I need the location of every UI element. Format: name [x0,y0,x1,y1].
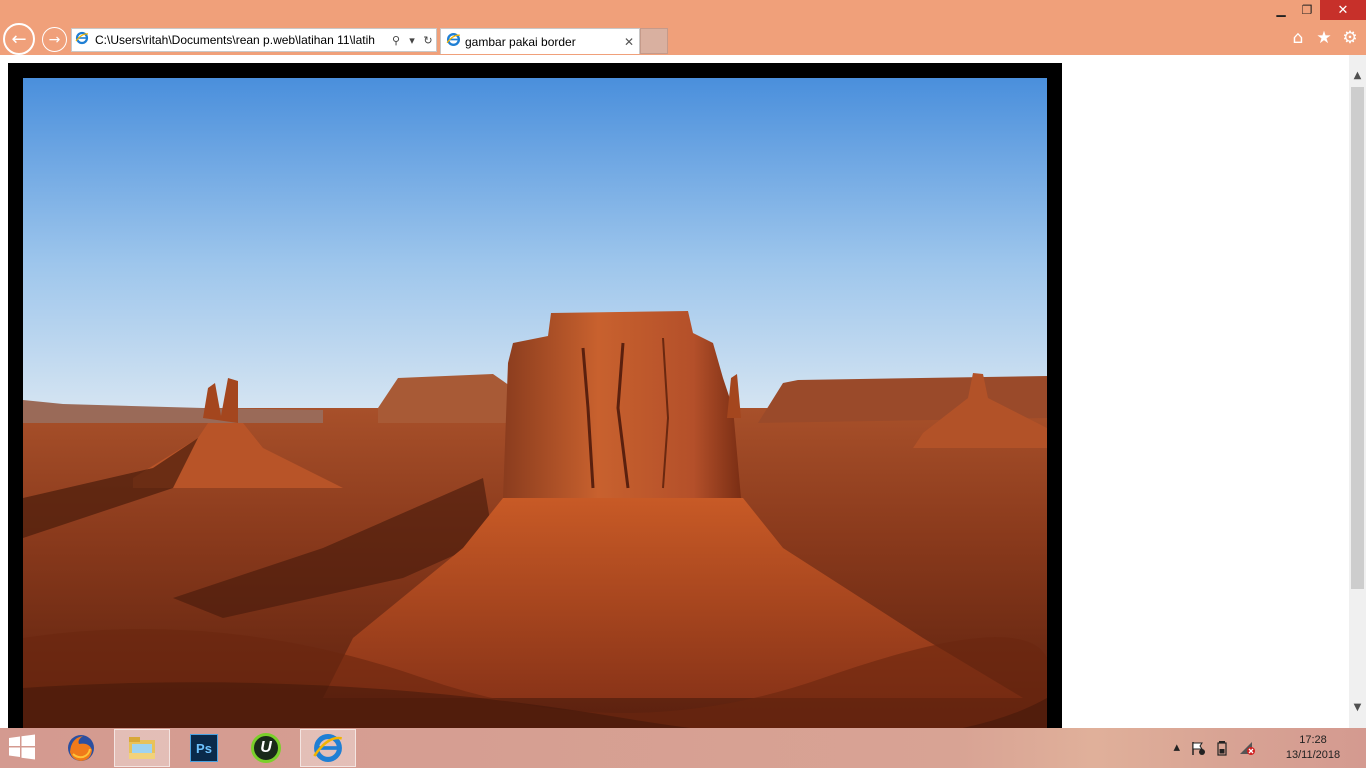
tab-gambar-pakai-border[interactable]: gambar pakai border ✕ [440,28,640,54]
taskbar-firefox[interactable] [53,729,109,767]
browser-chrome: ▁ ❐ ✕ ← → C:\Users\ritah\Documents\rean … [0,0,1366,55]
toolbar-icons: ⌂ ★ ⚙ [1288,28,1360,48]
new-tab-button[interactable] [640,28,668,54]
address-url[interactable]: C:\Users\ritah\Documents\rean p.web\lati… [92,33,388,47]
scroll-up-icon[interactable]: ▲ [1349,67,1366,84]
clock-date: 13/11/2018 [1285,749,1341,761]
taskbar-file-explorer[interactable] [114,729,170,767]
windows-logo-icon [9,734,35,760]
desert-photo [23,78,1047,728]
favorites-star-icon[interactable]: ★ [1314,28,1334,48]
taskbar-photoshop[interactable]: Ps [176,729,232,767]
clock-time: 17:28 [1299,734,1327,746]
back-button[interactable]: ← [3,23,35,55]
internet-explorer-icon [313,734,342,762]
firefox-icon [68,735,94,761]
page-content: ▲ ▼ [0,55,1366,728]
taskbar: Ps U ▴ 17:28 13/11/2018 [0,728,1366,768]
close-button[interactable]: ✕ [1320,0,1366,20]
network-disconnected-icon[interactable] [1238,740,1256,760]
system-tray: ▴ [1173,740,1256,760]
gear-icon[interactable]: ⚙ [1340,28,1360,48]
taskbar-utorrent[interactable]: U [238,729,294,767]
tab-title: gambar pakai border [465,34,576,49]
ie-page-icon [72,31,92,49]
action-center-flag-icon[interactable] [1190,740,1206,760]
refresh-icon[interactable]: ↻ [420,34,436,47]
back-arrow-icon: ← [11,28,27,50]
ie-tab-icon [441,32,465,51]
chevron-down-icon[interactable]: ▾ [404,34,420,47]
vertical-scrollbar[interactable]: ▲ ▼ [1349,55,1366,728]
photoshop-icon: Ps [190,734,218,762]
start-button[interactable] [8,734,40,762]
battery-icon[interactable] [1216,740,1228,760]
search-icon[interactable]: ⚲ [388,34,404,47]
scroll-down-icon[interactable]: ▼ [1349,699,1366,716]
minimize-button[interactable]: ▁ [1268,0,1294,20]
taskbar-internet-explorer[interactable] [300,729,356,767]
folder-icon [129,737,155,759]
window-controls: ▁ ❐ ✕ [1268,0,1366,20]
home-icon[interactable]: ⌂ [1288,28,1308,48]
forward-button[interactable]: → [42,27,67,52]
forward-arrow-icon: → [48,31,61,48]
clock[interactable]: 17:28 13/11/2018 [1278,733,1348,763]
image-border [8,63,1062,728]
show-hidden-icons-icon[interactable]: ▴ [1173,740,1180,760]
address-bar[interactable]: C:\Users\ritah\Documents\rean p.web\lati… [71,28,437,52]
restore-button[interactable]: ❐ [1294,0,1320,20]
tab-close-icon[interactable]: ✕ [619,35,639,49]
scroll-thumb[interactable] [1351,87,1364,589]
utorrent-icon: U [251,733,281,763]
